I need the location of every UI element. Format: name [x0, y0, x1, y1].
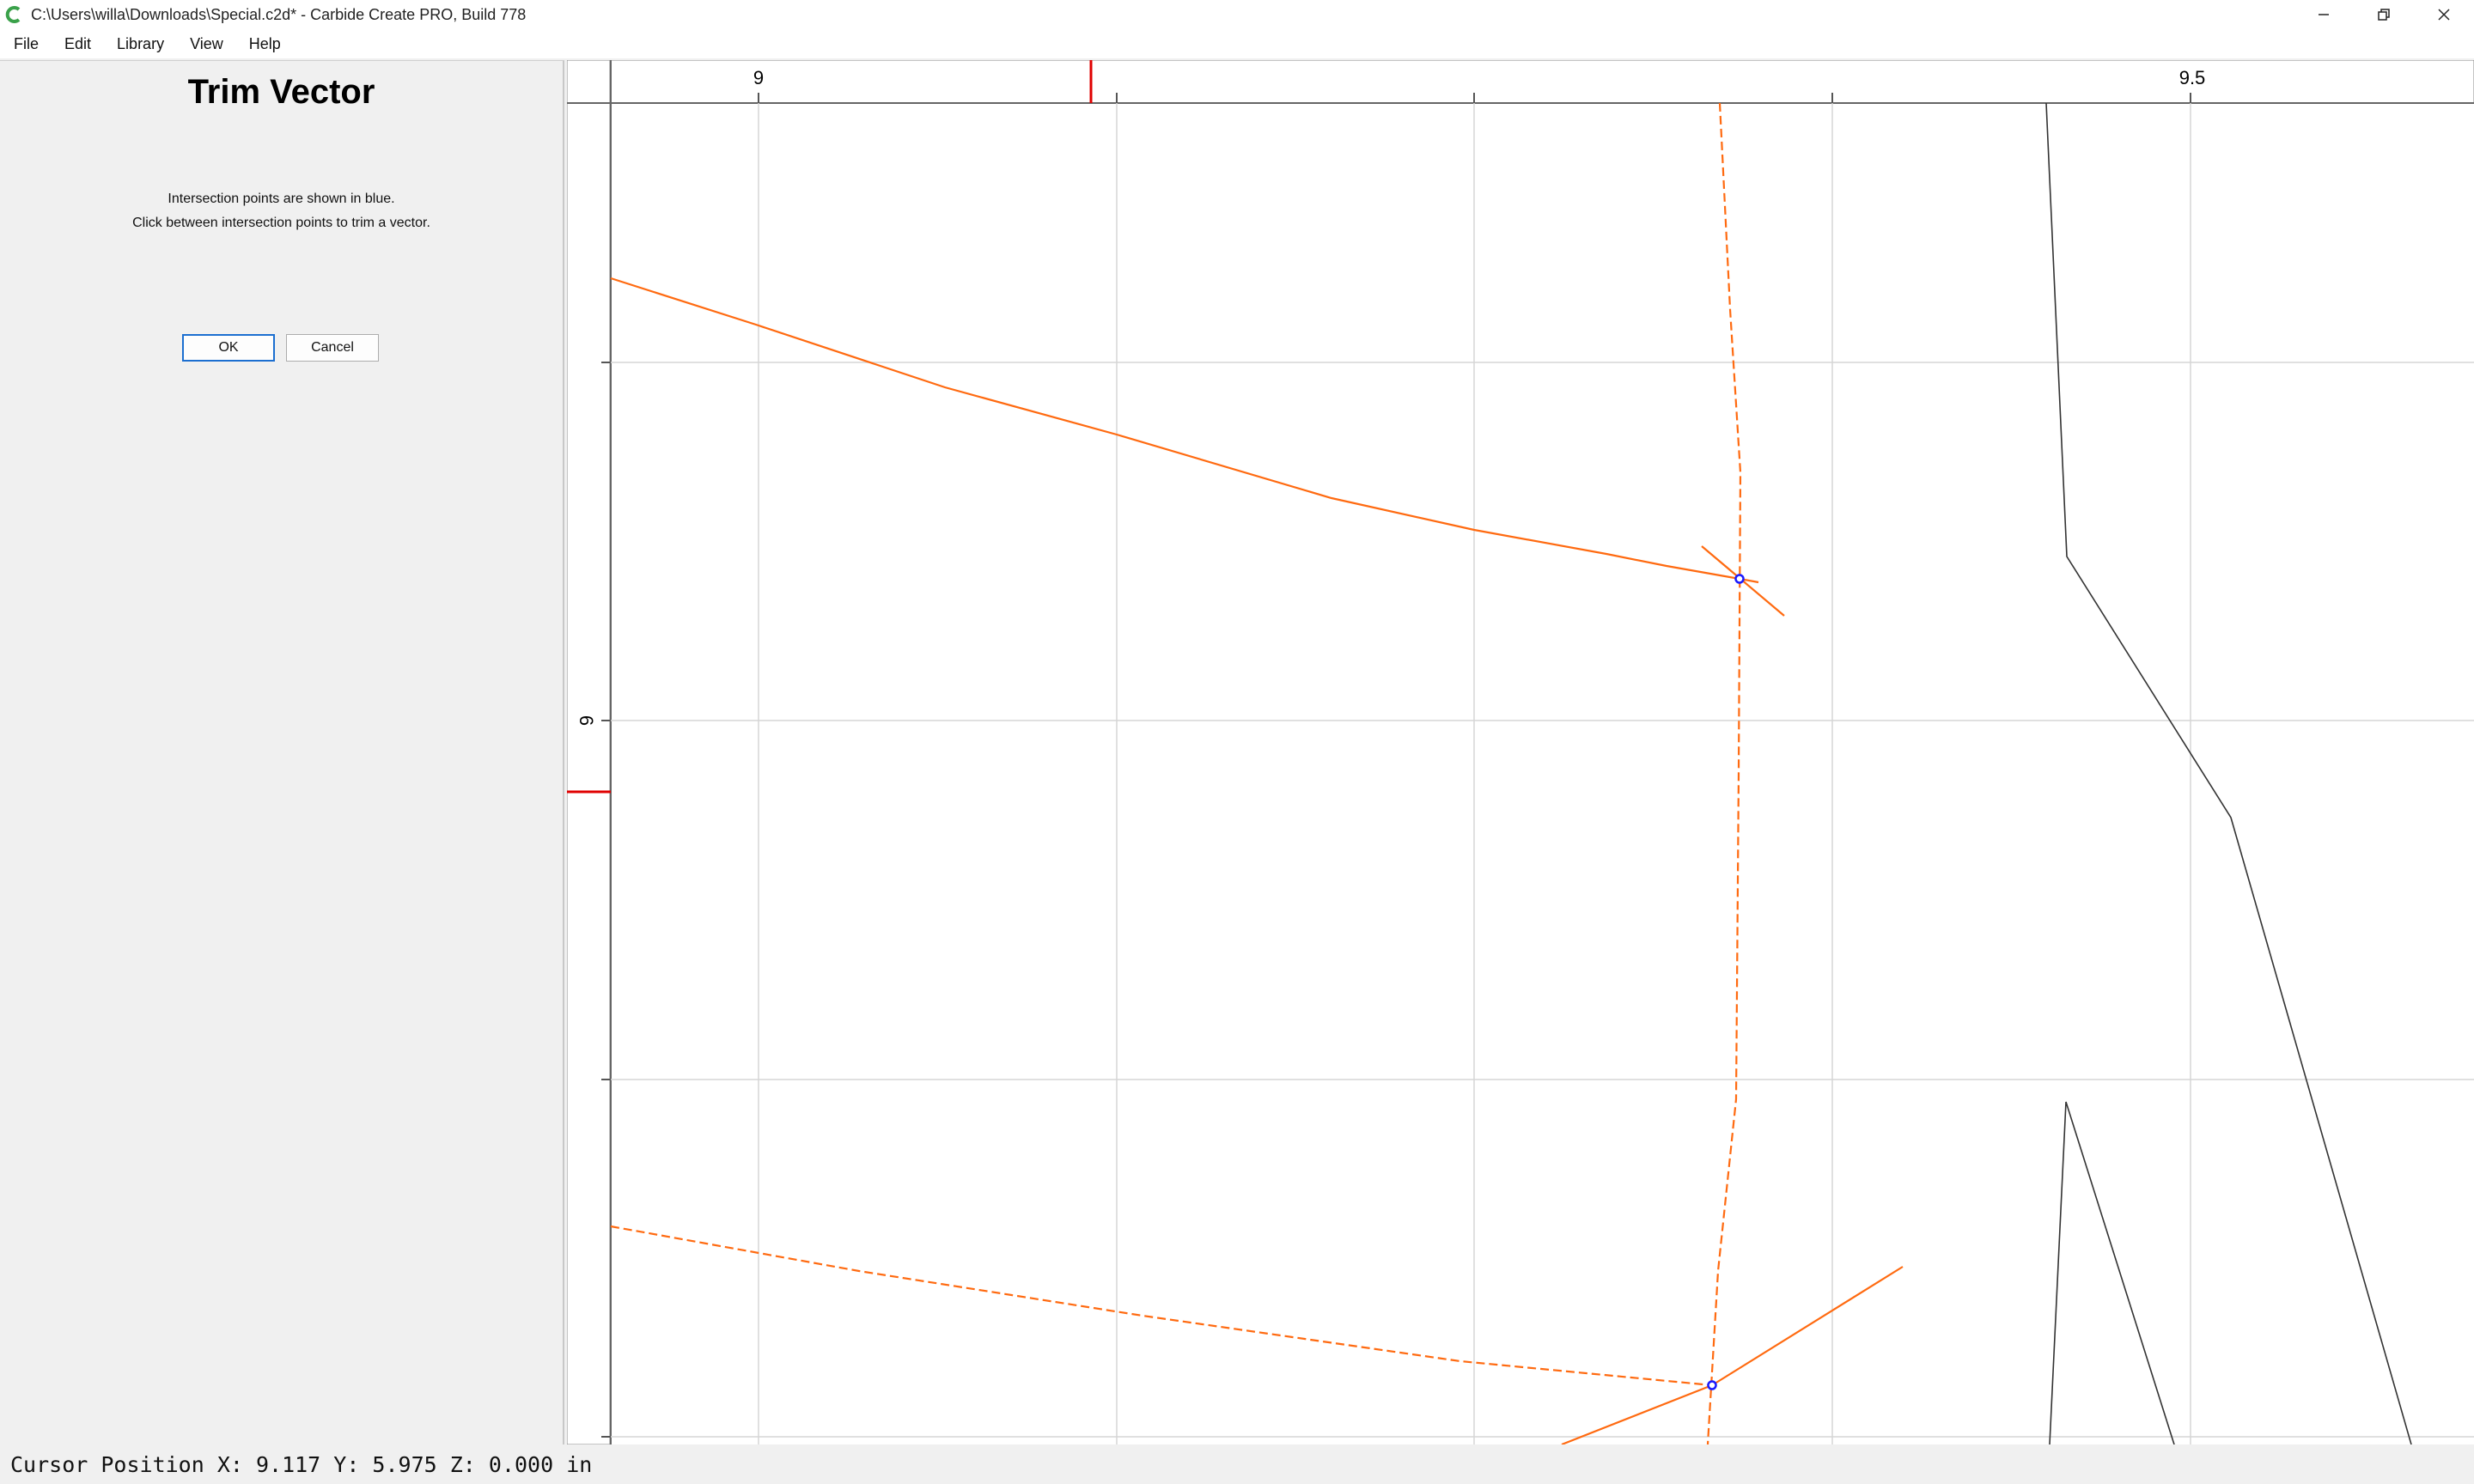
restore-button[interactable]: [2354, 0, 2414, 29]
menu-edit[interactable]: Edit: [51, 35, 103, 53]
menu-view[interactable]: View: [176, 35, 235, 53]
restore-icon: [2378, 9, 2390, 21]
menu-help[interactable]: Help: [235, 35, 293, 53]
gray-vector-paths[interactable]: [2045, 102, 2412, 1444]
instruction-line-1: Intersection points are shown in blue.: [168, 192, 395, 206]
vertical-ruler: [567, 60, 611, 1444]
menu-bar: File Edit Library View Help: [0, 29, 2474, 58]
orange-vector-paths[interactable]: [610, 102, 1904, 1444]
ruler-y-label-6: 6: [576, 715, 597, 726]
menu-library[interactable]: Library: [103, 35, 176, 53]
status-bar: Cursor Position X: 9.117 Y: 5.975 Z: 0.0…: [0, 1444, 2474, 1484]
ruler-x-label-9: 9: [753, 67, 764, 88]
cursor-position-readout: Cursor Position X: 9.117 Y: 5.975 Z: 0.0…: [10, 1451, 593, 1477]
ruler-x-label-9-5: 9.5: [2179, 67, 2206, 88]
design-canvas[interactable]: 9 9.5 6: [567, 60, 2474, 1444]
ok-button[interactable]: OK: [182, 334, 275, 362]
cancel-button[interactable]: Cancel: [286, 334, 379, 362]
menu-file[interactable]: File: [0, 35, 51, 53]
title-bar: C:\Users\willa\Downloads\Special.c2d* - …: [0, 0, 2474, 29]
minimize-icon: [2319, 14, 2329, 15]
window-title: C:\Users\willa\Downloads\Special.c2d* - …: [31, 5, 527, 23]
close-button[interactable]: [2414, 0, 2474, 29]
instruction-line-2: Click between intersection points to tri…: [132, 216, 430, 230]
trim-vector-panel: Trim Vector Intersection points are show…: [0, 60, 564, 1445]
carbide-create-app-icon: [5, 6, 21, 23]
canvas-drawing[interactable]: 9 9.5 6: [567, 60, 2474, 1444]
close-icon: [2438, 9, 2450, 21]
intersection-point[interactable]: [1734, 574, 1745, 584]
intersection-point[interactable]: [1707, 1380, 1717, 1390]
panel-title: Trim Vector: [187, 73, 375, 111]
ruler-ticks: [601, 93, 2191, 1438]
grid-lines: [611, 103, 2474, 1444]
minimize-button[interactable]: [2294, 0, 2354, 29]
